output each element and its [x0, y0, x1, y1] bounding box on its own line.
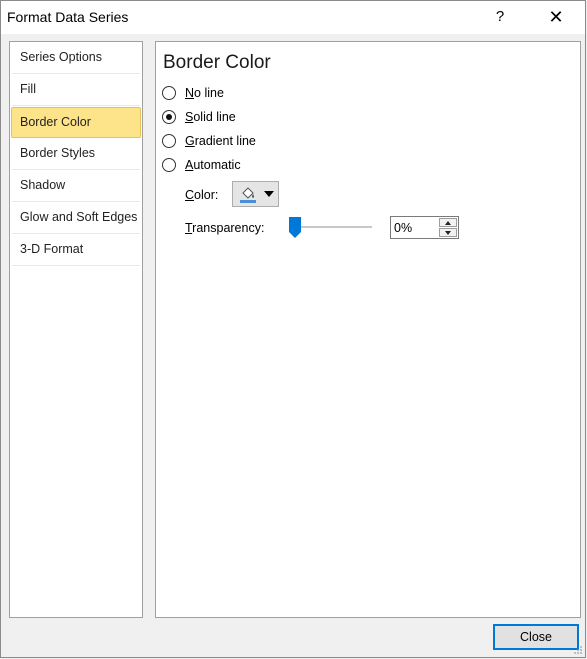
- title-bar: Format Data Series ? ✕: [1, 1, 585, 34]
- panel-title: Border Color: [163, 52, 271, 73]
- no-line-option[interactable]: No line: [162, 83, 224, 103]
- color-picker-button[interactable]: [232, 181, 279, 207]
- transparency-label: Transparency:: [185, 221, 265, 235]
- chevron-down-icon: [264, 191, 274, 197]
- help-button[interactable]: ?: [488, 5, 512, 29]
- sidebar-item-fill[interactable]: Fill: [12, 74, 140, 106]
- transparency-value[interactable]: 0%: [394, 221, 412, 235]
- solid-line-label: Solid line: [185, 110, 236, 124]
- no-line-radio[interactable]: [162, 86, 176, 100]
- close-button[interactable]: Close: [493, 624, 579, 650]
- transparency-spinner[interactable]: 0%: [390, 216, 459, 239]
- gradient-line-radio[interactable]: [162, 134, 176, 148]
- format-data-series-dialog: Format Data Series ? ✕ Series Options Fi…: [0, 0, 586, 658]
- gradient-line-label: Gradient line: [185, 134, 256, 148]
- spin-up-button[interactable]: [439, 218, 457, 227]
- window-title: Format Data Series: [7, 9, 129, 25]
- paint-bucket-icon: [239, 185, 257, 203]
- no-line-label: No line: [185, 86, 224, 100]
- automatic-option[interactable]: Automatic: [162, 155, 241, 175]
- solid-line-radio[interactable]: [162, 110, 176, 124]
- automatic-label: Automatic: [185, 158, 241, 172]
- solid-line-option[interactable]: Solid line: [162, 107, 236, 127]
- gradient-line-option[interactable]: Gradient line: [162, 131, 256, 151]
- sidebar-item-border-styles[interactable]: Border Styles: [12, 138, 140, 170]
- sidebar-item-glow-soft-edges[interactable]: Glow and Soft Edges: [12, 202, 140, 234]
- sidebar-item-shadow[interactable]: Shadow: [12, 170, 140, 202]
- sidebar-item-3d-format[interactable]: 3-D Format: [12, 234, 140, 266]
- color-label: Color:: [185, 188, 219, 202]
- transparency-slider-thumb[interactable]: [288, 216, 302, 239]
- spin-down-button[interactable]: [439, 228, 457, 237]
- automatic-radio[interactable]: [162, 158, 176, 172]
- border-color-panel: Border Color No line Solid line Gradient…: [155, 41, 581, 618]
- resize-grip-icon[interactable]: [573, 645, 583, 655]
- sidebar-item-series-options[interactable]: Series Options: [12, 42, 140, 74]
- category-sidebar: Series Options Fill Border Color Border …: [9, 41, 143, 618]
- close-window-icon[interactable]: ✕: [541, 5, 571, 29]
- arrow-down-icon: [445, 231, 451, 235]
- sidebar-item-border-color[interactable]: Border Color: [11, 107, 141, 138]
- arrow-up-icon: [445, 221, 451, 225]
